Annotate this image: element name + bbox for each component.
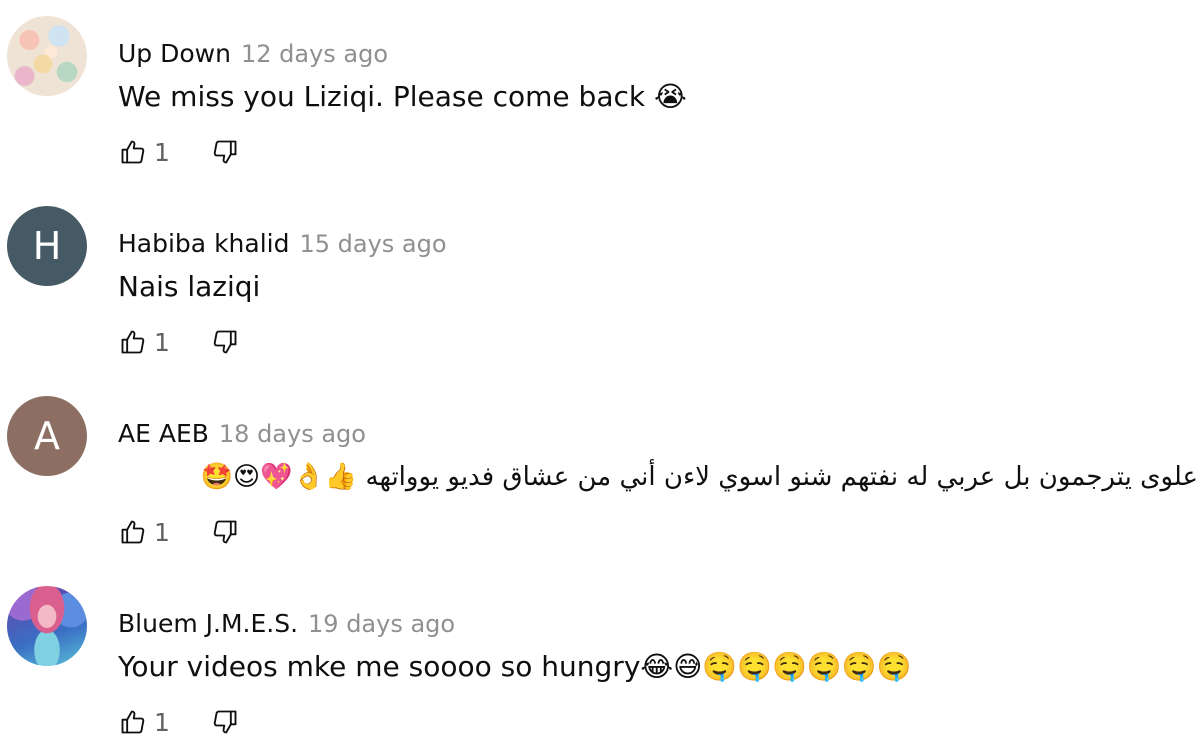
dislike-button[interactable] [210,707,240,737]
like-button[interactable] [118,327,148,357]
like-button[interactable] [118,707,148,737]
thumb-down-icon [213,330,237,354]
dislike-button[interactable] [210,517,240,547]
comment-text: Nais laziqi [118,270,261,303]
comment-item: H Habiba khalid 15 days ago Nais laziqi 1 [0,206,1200,396]
thumb-down-icon [213,710,237,734]
dislike-button[interactable] [210,327,240,357]
comment-item: Up Down 12 days ago We miss you Liziqi. P… [0,16,1200,206]
avatar[interactable]: H [7,206,87,286]
comment-time[interactable]: 12 days ago [241,40,388,68]
thumb-down-icon [213,140,237,164]
comment-text: Your videos mke me soooo so hungry😂😅🤤🤤🤤🤤… [118,650,912,683]
like-button[interactable] [118,137,148,167]
thumb-down-icon [213,520,237,544]
thumb-up-icon [121,140,145,164]
comment-time[interactable]: 15 days ago [299,230,446,258]
comment-item: Bluem J.M.E.S. 19 days ago Your videos mk… [0,586,1200,750]
comment-time[interactable]: 18 days ago [219,420,366,448]
comment-actions: 1 [118,516,240,548]
avatar[interactable] [7,586,87,666]
like-count: 1 [154,517,170,547]
like-count: 1 [154,707,170,737]
like-button[interactable] [118,517,148,547]
author-name[interactable]: AE AEB [118,419,209,448]
comment-item: A AE AEB 18 days ago علوى يترجمون بل عربي… [0,396,1200,586]
author-name[interactable]: Bluem J.M.E.S. [118,609,298,638]
comments-list: Up Down 12 days ago We miss you Liziqi. P… [0,0,1200,750]
comment-header: AE AEB 18 days ago [118,418,366,453]
thumb-up-icon [121,710,145,734]
like-count: 1 [154,137,170,167]
thumb-up-icon [121,520,145,544]
comment-text: We miss you Liziqi. Please come back 😭 [118,80,687,113]
like-count: 1 [154,327,170,357]
avatar[interactable]: A [7,396,87,476]
author-name[interactable]: Habiba khalid [118,229,289,258]
author-name[interactable]: Up Down [118,39,231,68]
thumb-up-icon [121,330,145,354]
comment-actions: 1 [118,136,240,168]
comment-actions: 1 [118,326,240,358]
dislike-button[interactable] [210,137,240,167]
comment-header: Bluem J.M.E.S. 19 days ago [118,608,455,643]
comment-actions: 1 [118,706,240,738]
comment-time[interactable]: 19 days ago [308,610,455,638]
avatar[interactable] [7,16,87,96]
comment-header: Habiba khalid 15 days ago [118,228,447,263]
comment-text: علوى يترجمون بل عربي له نفتهم شنو اسوي ل… [200,462,1198,492]
comment-header: Up Down 12 days ago [118,38,388,73]
